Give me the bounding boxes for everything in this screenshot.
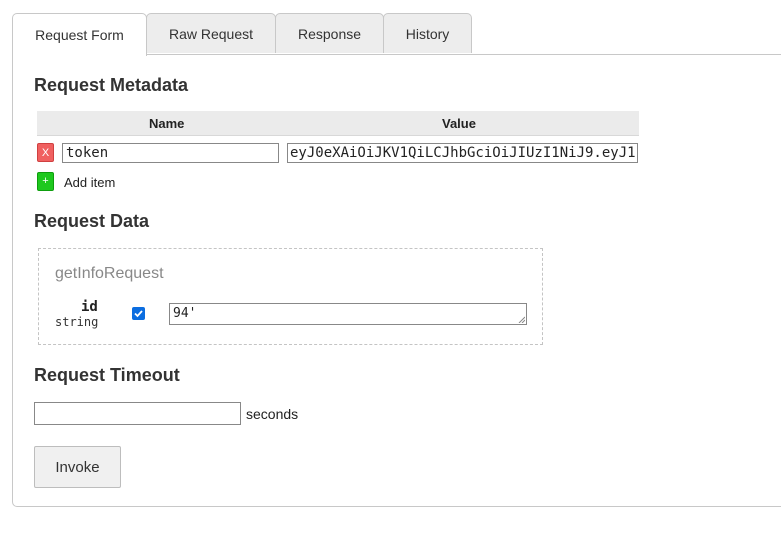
tab-label: Response [297,25,362,42]
metadata-name-input[interactable]: token [62,143,279,163]
message-fields-box: getInfoRequest id string 94' [38,248,543,345]
resize-grip-icon[interactable] [518,316,525,323]
field-include-checkbox[interactable] [132,307,145,320]
timeout-heading: Request Timeout [34,365,180,385]
add-item-label[interactable]: Add item [64,175,115,190]
invoke-button[interactable]: Invoke [34,446,121,488]
tab-label: Raw Request [168,25,254,42]
remove-item-button[interactable]: X [37,143,54,162]
field-value-textarea[interactable]: 94' [169,303,527,325]
tab-response[interactable]: Response [275,13,384,53]
field-value-text: 94' [173,306,197,321]
tab-label: Request Form [35,27,124,43]
metadata-table-header: Name Value [37,111,639,136]
tab-request-form[interactable]: Request Form [12,13,147,56]
invoke-button-label: Invoke [55,458,100,476]
tab-raw-request[interactable]: Raw Request [146,13,276,53]
tab-history[interactable]: History [383,13,472,53]
timeout-unit-label: seconds [246,406,299,422]
request-form-panel: Request Metadata Name Value X token eyJ0… [12,54,781,507]
request-data-heading: Request Data [34,211,150,231]
add-item-button[interactable]: + [37,172,54,191]
tab-label: History [405,25,450,42]
value-column-header: Value [442,116,476,131]
checkmark-icon [134,310,143,318]
name-column-header: Name [149,116,185,131]
message-type-name: getInfoRequest [55,265,164,282]
metadata-heading: Request Metadata [34,75,189,95]
field-name: id [81,299,98,315]
timeout-input[interactable] [34,402,241,425]
metadata-value-input[interactable]: eyJ0eXAiOiJKV1QiLCJhbGciOiJIUzI1NiJ9.eyJ… [287,143,638,163]
field-type: string [55,315,99,329]
